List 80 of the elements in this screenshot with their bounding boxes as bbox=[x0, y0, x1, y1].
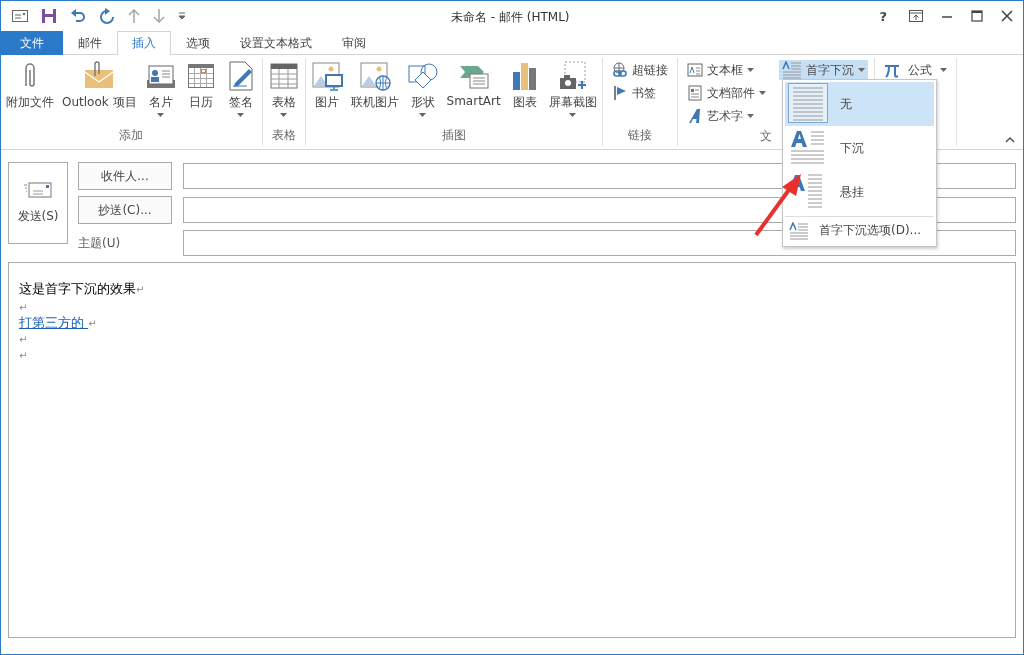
drop-cap-button[interactable]: 首字下沉 bbox=[778, 60, 868, 80]
ribbon-button[interactable]: 文档部件 bbox=[683, 83, 769, 103]
collapse-ribbon-icon[interactable] bbox=[1005, 137, 1015, 143]
group-label: 插图 bbox=[441, 127, 466, 144]
ribbon-button[interactable]: 表格 bbox=[264, 58, 303, 127]
paragraph-mark: ↵ bbox=[19, 349, 28, 361]
ribbon-button[interactable]: 形状 bbox=[403, 58, 442, 127]
caret-icon bbox=[746, 114, 754, 118]
group-label: 表格 bbox=[271, 127, 296, 144]
paragraph-mark: ↵ bbox=[88, 317, 97, 329]
caret-icon bbox=[758, 91, 766, 95]
help-button[interactable]: ? bbox=[875, 8, 891, 24]
message-body[interactable]: 这是首字下沉的效果↵ ↵ 打第三方的 ↵ ↵ ↵ bbox=[8, 262, 1016, 638]
maximize-icon[interactable] bbox=[971, 10, 983, 22]
menu-item[interactable]: 悬挂 bbox=[785, 170, 934, 214]
menu-item[interactable]: 下沉 bbox=[785, 126, 934, 170]
drop-cap-icon bbox=[781, 61, 802, 79]
text-box-icon bbox=[686, 62, 703, 78]
table-icon bbox=[267, 60, 300, 92]
body-link[interactable]: 打第三方的 bbox=[19, 314, 89, 332]
ribbon-tab[interactable]: 选项 bbox=[171, 31, 225, 55]
caret-icon bbox=[939, 68, 947, 72]
ribbon-button[interactable]: Outlook 项目 bbox=[59, 58, 140, 127]
link-globe-icon bbox=[611, 62, 628, 78]
pi-icon bbox=[883, 62, 900, 78]
ribbon-button[interactable]: 文本框 bbox=[683, 60, 769, 80]
caret-icon bbox=[280, 113, 288, 117]
redo-icon[interactable] bbox=[99, 8, 115, 24]
ribbon-button[interactable]: 日历 bbox=[181, 58, 220, 127]
close-icon[interactable] bbox=[1001, 10, 1013, 22]
caret-icon bbox=[237, 113, 245, 117]
customize-icon[interactable] bbox=[178, 12, 186, 20]
paragraph-mark: ↵ bbox=[19, 333, 28, 345]
ribbon-button[interactable]: 屏幕截图 bbox=[545, 58, 600, 127]
drop-cap-icon bbox=[789, 221, 809, 240]
ribbon-display-icon[interactable] bbox=[909, 10, 923, 22]
ribbon-tab[interactable]: 文件 bbox=[1, 31, 63, 55]
undo-icon[interactable] bbox=[70, 8, 86, 24]
body-text: 这是首字下沉的效果 bbox=[19, 280, 136, 298]
document-parts-icon bbox=[686, 85, 703, 101]
ribbon-tab[interactable]: 审阅 bbox=[327, 31, 381, 55]
subject-label: 主题(U) bbox=[78, 234, 122, 252]
to-button[interactable]: 收件人... bbox=[78, 162, 172, 190]
annotation-arrow bbox=[753, 173, 803, 237]
ribbon-tab[interactable]: 插入 bbox=[117, 31, 171, 55]
ribbon-button[interactable]: SmartArt bbox=[443, 58, 504, 127]
ribbon-button[interactable]: 联机图片 bbox=[347, 58, 402, 127]
paragraph-mark: ↵ bbox=[19, 301, 28, 313]
ribbon-button[interactable]: 图片 bbox=[307, 58, 346, 127]
caret-icon bbox=[746, 68, 754, 72]
group-label: 添加 bbox=[119, 127, 144, 144]
picture-icon bbox=[310, 60, 343, 92]
ribbon-tab[interactable]: 设置文本格式 bbox=[225, 31, 327, 55]
picture-globe-icon bbox=[358, 60, 391, 92]
ribbon-tab[interactable]: 邮件 bbox=[63, 31, 117, 55]
caret-icon bbox=[569, 113, 577, 117]
group-label: 文 bbox=[759, 128, 772, 145]
ribbon-button[interactable]: 图表 bbox=[505, 58, 544, 127]
no-drop-cap-icon bbox=[788, 82, 828, 123]
paragraph-mark: ↵ bbox=[136, 283, 145, 295]
menu-item[interactable]: 首字下沉选项(D)... bbox=[785, 216, 934, 244]
ribbon-button[interactable]: 名片 bbox=[141, 58, 180, 127]
window-title: 未命名 - 邮件 (HTML) bbox=[451, 9, 570, 26]
ribbon-button[interactable]: 艺术字 bbox=[683, 106, 769, 126]
send-envelope-icon bbox=[24, 181, 52, 198]
ribbon-button[interactable]: 签名 bbox=[221, 58, 260, 127]
menu-item[interactable]: 无 bbox=[785, 82, 934, 126]
caret-icon bbox=[419, 113, 427, 117]
caret-icon bbox=[857, 68, 865, 72]
equation-button[interactable]: 公式 bbox=[880, 60, 950, 80]
flag-icon bbox=[611, 85, 628, 101]
wordart-icon bbox=[686, 108, 703, 124]
envelope-icon[interactable] bbox=[12, 10, 28, 22]
ribbon-button[interactable]: 附加文件 bbox=[3, 58, 57, 127]
group-label: 链接 bbox=[627, 127, 652, 144]
send-button[interactable]: 发送(S) bbox=[8, 162, 68, 244]
caret-icon bbox=[157, 113, 165, 117]
ribbon-button[interactable]: 书签 bbox=[608, 83, 671, 103]
ribbon-button[interactable]: 超链接 bbox=[608, 60, 671, 80]
cc-button[interactable]: 抄送(C)... bbox=[78, 196, 172, 224]
